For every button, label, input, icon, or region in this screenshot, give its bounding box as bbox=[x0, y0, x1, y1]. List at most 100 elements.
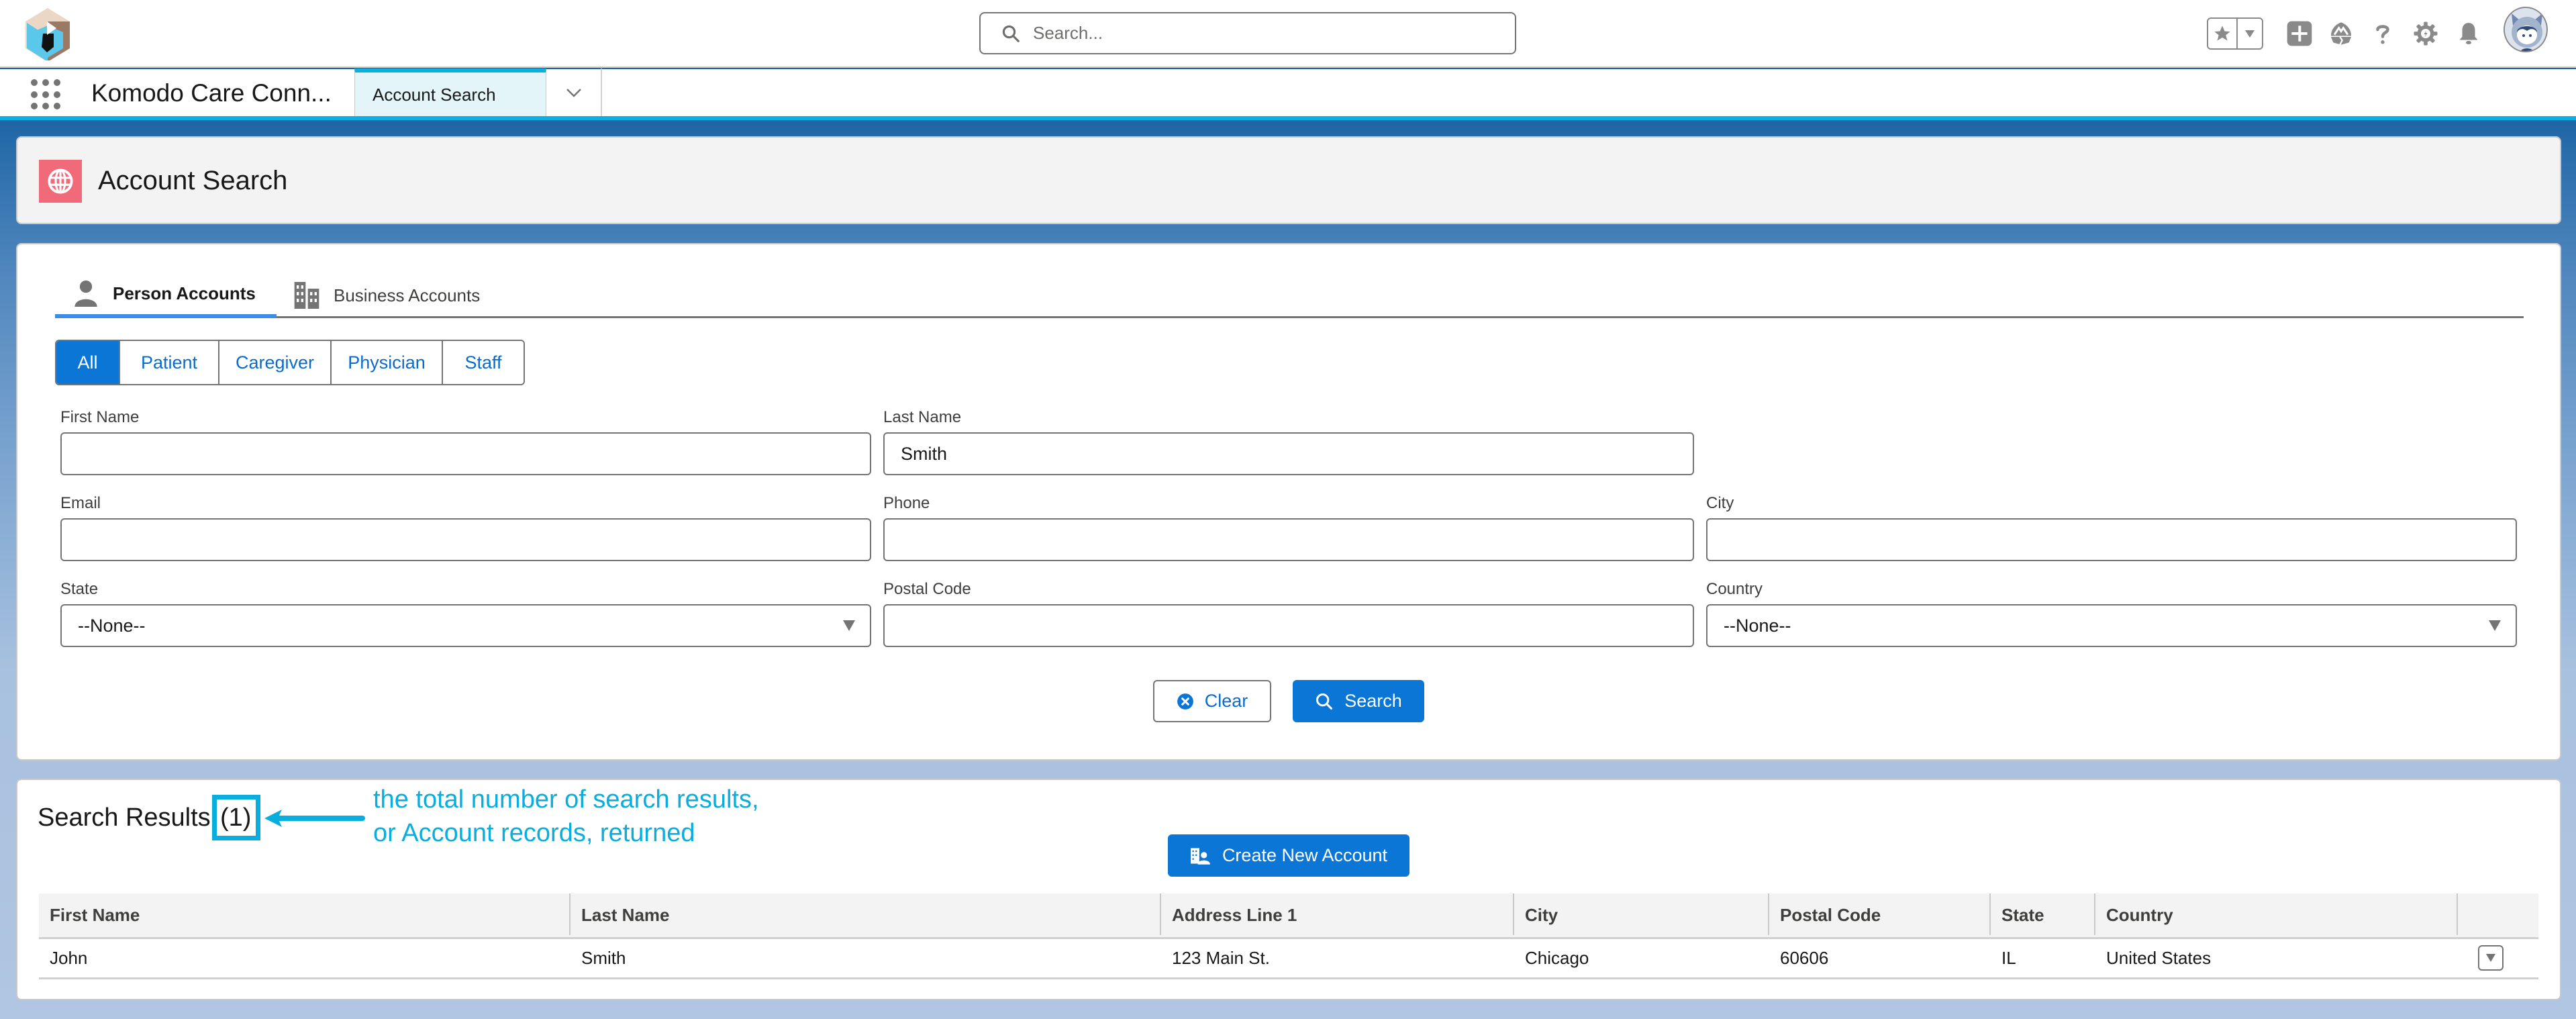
user-avatar[interactable] bbox=[2504, 7, 2548, 52]
tab-label: Business Accounts bbox=[334, 285, 481, 305]
results-table: First Name Last Name Address Line 1 City… bbox=[39, 893, 2538, 979]
state-select[interactable]: --None-- bbox=[60, 604, 871, 647]
nav-tab-account-search[interactable]: Account Search bbox=[354, 68, 546, 117]
app-launcher-icon[interactable] bbox=[31, 79, 62, 110]
filter-all[interactable]: All bbox=[56, 341, 120, 384]
search-button[interactable]: Search bbox=[1293, 680, 1424, 722]
gear-icon bbox=[2414, 21, 2438, 46]
results-count: (1) bbox=[220, 804, 252, 832]
cell-postal-code: 60606 bbox=[1769, 938, 1991, 979]
clear-button[interactable]: Clear bbox=[1153, 680, 1271, 722]
trailhead-icon bbox=[2331, 22, 2351, 46]
tab-person-accounts[interactable]: Person Accounts bbox=[55, 273, 277, 318]
last-name-input[interactable] bbox=[883, 432, 1694, 475]
favorites-group bbox=[2207, 17, 2263, 50]
page-header-icon bbox=[39, 160, 82, 203]
country-select-value: --None-- bbox=[1724, 615, 1791, 636]
dropdown-arrow-icon bbox=[843, 620, 855, 631]
cell-country: United States bbox=[2095, 938, 2458, 979]
cell-actions bbox=[2458, 938, 2538, 979]
country-select[interactable]: --None-- bbox=[1706, 604, 2517, 647]
column-header-actions bbox=[2458, 893, 2538, 939]
bell-icon bbox=[2459, 23, 2478, 44]
cell-last-name: Smith bbox=[571, 938, 1161, 979]
country-label: Country bbox=[1706, 580, 1763, 598]
column-header-city[interactable]: City bbox=[1514, 893, 1769, 939]
city-label: City bbox=[1706, 494, 1734, 512]
tab-label: Person Accounts bbox=[113, 283, 256, 303]
row-actions-button[interactable] bbox=[2478, 945, 2504, 971]
page-title: Account Search bbox=[98, 166, 288, 195]
page-header-card bbox=[16, 136, 2561, 224]
tab-business-accounts[interactable]: Business Accounts bbox=[293, 273, 480, 318]
cell-city: Chicago bbox=[1514, 938, 1769, 979]
state-label: State bbox=[60, 580, 99, 598]
global-search-box[interactable] bbox=[979, 12, 1516, 54]
setup-button[interactable] bbox=[2411, 19, 2440, 48]
nav-tab-menu-button[interactable] bbox=[547, 68, 602, 117]
annotation-arrow-icon bbox=[264, 810, 365, 827]
account-add-icon bbox=[1191, 847, 1210, 865]
filter-staff[interactable]: Staff bbox=[443, 341, 524, 384]
column-header-address-line-1[interactable]: Address Line 1 bbox=[1161, 893, 1514, 939]
search-form-card bbox=[16, 243, 2561, 761]
column-header-last-name[interactable]: Last Name bbox=[571, 893, 1161, 939]
first-name-input[interactable] bbox=[60, 432, 871, 475]
column-header-first-name[interactable]: First Name bbox=[39, 893, 571, 939]
table-row[interactable]: John Smith 123 Main St. Chicago 60606 IL… bbox=[39, 938, 2538, 979]
chevron-down-icon bbox=[2486, 954, 2495, 962]
record-type-filter: All Patient Caregiver Physician Staff bbox=[55, 340, 525, 385]
trailhead-button[interactable] bbox=[2326, 19, 2356, 48]
star-icon bbox=[2214, 26, 2230, 41]
create-new-account-label: Create New Account bbox=[1222, 845, 1388, 865]
clear-button-label: Clear bbox=[1204, 691, 1248, 711]
first-name-label: First Name bbox=[60, 408, 140, 426]
cell-state: IL bbox=[1991, 938, 2095, 979]
annotation-line-2: or Account records, returned bbox=[373, 819, 695, 847]
phone-input[interactable] bbox=[883, 518, 1694, 561]
global-search-input[interactable] bbox=[1033, 23, 1489, 44]
postal-code-label: Postal Code bbox=[883, 580, 971, 598]
annotation-text: the total number of search results, or A… bbox=[373, 783, 759, 850]
column-header-state[interactable]: State bbox=[1991, 893, 2095, 939]
table-header-row: First Name Last Name Address Line 1 City… bbox=[39, 893, 2538, 939]
cell-first-name: John bbox=[39, 938, 571, 979]
add-icon bbox=[2287, 21, 2312, 46]
globe-icon bbox=[48, 168, 73, 194]
email-input[interactable] bbox=[60, 518, 871, 561]
search-icon bbox=[1316, 693, 1333, 710]
nav-accent-bar bbox=[0, 116, 2576, 120]
filter-physician[interactable]: Physician bbox=[332, 341, 443, 384]
building-icon bbox=[294, 282, 319, 309]
last-name-label: Last Name bbox=[883, 408, 962, 426]
person-icon bbox=[75, 280, 97, 307]
filter-caregiver[interactable]: Caregiver bbox=[219, 341, 332, 384]
help-button[interactable] bbox=[2368, 19, 2397, 48]
postal-code-input[interactable] bbox=[883, 604, 1694, 647]
cell-address-line-1: 123 Main St. bbox=[1161, 938, 1514, 979]
city-input[interactable] bbox=[1706, 518, 2517, 561]
dropdown-arrow-icon bbox=[2489, 620, 2501, 631]
close-circle-icon bbox=[1177, 693, 1193, 710]
filter-patient[interactable]: Patient bbox=[120, 341, 219, 384]
search-icon bbox=[1002, 25, 1020, 42]
chevron-down-icon bbox=[2245, 30, 2255, 38]
help-icon bbox=[2376, 25, 2389, 44]
results-title: Search Results bbox=[38, 804, 211, 832]
create-new-account-button[interactable]: Create New Account bbox=[1168, 834, 1409, 877]
annotation-line-1: the total number of search results, bbox=[373, 785, 759, 814]
favorites-star-button[interactable] bbox=[2208, 19, 2238, 48]
global-add-button[interactable] bbox=[2285, 19, 2314, 48]
app-name: Komodo Care Conn... bbox=[91, 79, 332, 107]
app-logo[interactable] bbox=[24, 7, 71, 62]
account-type-tabs: Person Accounts Business Accounts bbox=[55, 273, 2524, 318]
phone-label: Phone bbox=[883, 494, 930, 512]
column-header-country[interactable]: Country bbox=[2095, 893, 2458, 939]
search-button-label: Search bbox=[1344, 691, 1402, 711]
column-header-postal-code[interactable]: Postal Code bbox=[1769, 893, 1991, 939]
favorites-dropdown-button[interactable] bbox=[2238, 19, 2262, 48]
state-select-value: --None-- bbox=[78, 615, 146, 636]
email-label: Email bbox=[60, 494, 101, 512]
notifications-button[interactable] bbox=[2454, 19, 2483, 48]
chevron-down-icon bbox=[566, 89, 581, 97]
